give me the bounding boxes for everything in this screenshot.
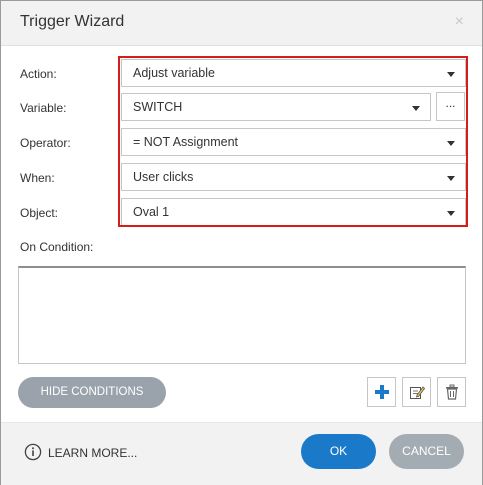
learn-more-link[interactable]: LEARN MORE...	[48, 446, 137, 460]
when-label: When:	[20, 171, 55, 185]
plus-icon	[375, 385, 389, 399]
object-value: Oval 1	[133, 205, 170, 219]
action-label: Action:	[20, 67, 57, 81]
info-icon[interactable]	[24, 443, 42, 461]
condition-area[interactable]	[18, 266, 466, 364]
chevron-down-icon	[447, 72, 455, 77]
operator-label: Operator:	[20, 136, 71, 150]
edit-icon	[410, 386, 425, 399]
title-bar: Trigger Wizard ×	[1, 1, 482, 46]
variable-select[interactable]: SWITCH	[121, 93, 431, 121]
variable-label: Variable:	[20, 101, 67, 115]
chevron-down-icon	[447, 211, 455, 216]
chevron-down-icon	[447, 176, 455, 181]
add-condition-button[interactable]	[367, 377, 396, 407]
trash-icon	[446, 384, 458, 400]
when-select[interactable]: User clicks	[121, 163, 466, 191]
cancel-button[interactable]: CANCEL	[389, 434, 464, 469]
operator-value: = NOT Assignment	[133, 135, 239, 149]
edit-condition-button[interactable]	[402, 377, 431, 407]
operator-select[interactable]: = NOT Assignment	[121, 128, 466, 156]
chevron-down-icon	[412, 106, 420, 111]
browse-variable-button[interactable]: ...	[436, 92, 465, 121]
object-label: Object:	[20, 206, 59, 220]
trigger-wizard-dialog: Trigger Wizard × Action: Adjust variable…	[0, 0, 483, 485]
footer: LEARN MORE... OK CANCEL	[1, 422, 482, 485]
variable-value: SWITCH	[133, 100, 183, 114]
condition-label: On Condition:	[20, 240, 94, 254]
delete-condition-button[interactable]	[437, 377, 466, 407]
hide-conditions-button[interactable]: HIDE CONDITIONS	[18, 377, 166, 408]
dialog-title: Trigger Wizard	[20, 13, 125, 30]
action-select[interactable]: Adjust variable	[121, 59, 466, 87]
close-icon[interactable]: ×	[455, 13, 464, 31]
chevron-down-icon	[447, 141, 455, 146]
object-select[interactable]: Oval 1	[121, 198, 466, 226]
when-value: User clicks	[133, 170, 194, 184]
action-value: Adjust variable	[133, 66, 215, 80]
ok-button[interactable]: OK	[301, 434, 376, 469]
